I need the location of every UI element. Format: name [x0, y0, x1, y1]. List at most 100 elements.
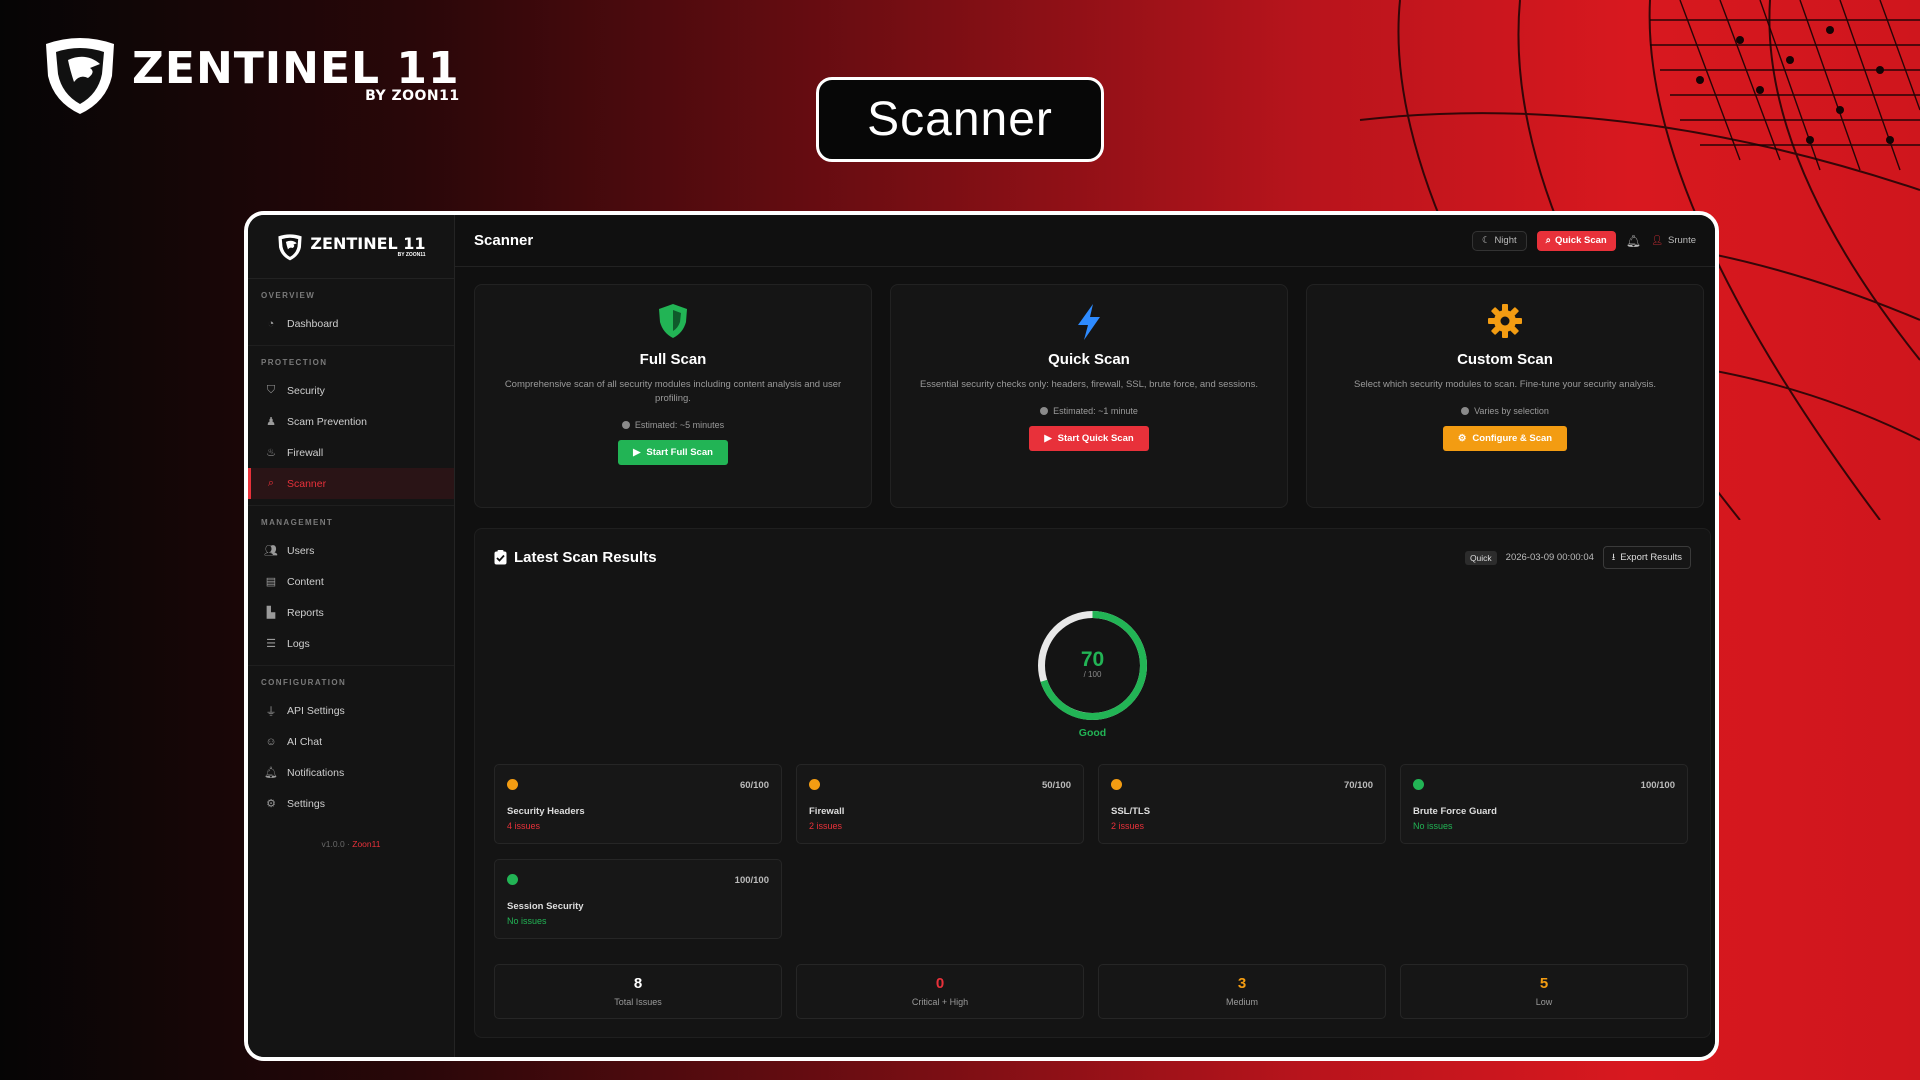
module-score: 100/100: [734, 875, 769, 886]
button-label: Start Quick Scan: [1057, 432, 1134, 444]
issue-summary: 8 Total Issues 0 Critical + High 3 Mediu…: [494, 964, 1692, 1019]
list-icon: ☰: [266, 638, 276, 650]
module-score: 100/100: [1640, 780, 1675, 791]
sidebar-item-dashboard[interactable]: ◔ Dashboard: [248, 308, 454, 339]
gear-icon: ⚙: [266, 798, 276, 810]
module-issues: 4 issues: [507, 821, 541, 831]
sidebar-section-protection: PROTECTION ⛉ Security ♟ Scam Prevention …: [248, 346, 454, 506]
sidebar-heading: OVERVIEW: [261, 291, 316, 300]
eagle-shield-icon: [278, 233, 303, 260]
module-name: Security Headers: [507, 806, 585, 817]
sidebar-item-reports[interactable]: ▙ Reports: [248, 597, 454, 628]
sidebar-item-label: Scanner: [287, 477, 327, 490]
sidebar-item-label: Firewall: [287, 446, 324, 459]
summary-label: Medium: [1225, 997, 1258, 1007]
sidebar-heading: PROTECTION: [261, 358, 328, 367]
warning-icon: [809, 779, 820, 790]
score-rating: Good: [1078, 727, 1107, 739]
sidebar-item-security[interactable]: ⛉ Security: [248, 375, 454, 406]
summary-label: Total Issues: [614, 997, 662, 1007]
hero-title: Scanner: [816, 77, 1104, 162]
clipboard-check-icon: [494, 550, 507, 565]
warning-icon: [1111, 779, 1122, 790]
quick-scan-label: Quick Scan: [1554, 235, 1607, 246]
start-quick-scan-button[interactable]: ▶ Start Quick Scan: [1029, 425, 1149, 451]
gear-icon: [1488, 304, 1522, 338]
sidebar-item-content[interactable]: ▤ Content: [248, 566, 454, 597]
sidebar-item-label: API Settings: [287, 704, 345, 717]
summary-label: Critical + High: [911, 997, 969, 1007]
scan-timestamp: 2026-03-09 00:00:04: [1505, 552, 1594, 563]
sidebar-section-management: MANAGEMENT 👥︎ Users ▤ Content ▙ Reports …: [248, 506, 454, 666]
sidebar-item-label: Reports: [287, 606, 324, 619]
topbar: Scanner ☾ Night ⌕ Quick Scan 🔔︎ 👤︎ Srunt…: [455, 215, 1715, 267]
sidebar-logo[interactable]: ZENTINEL 11 BY ZOON11: [248, 215, 454, 279]
module-name: SSL/TLS: [1111, 806, 1151, 817]
module-card-ssl-tls[interactable]: 70/100 SSL/TLS 2 issues: [1098, 764, 1386, 844]
export-results-button[interactable]: ⭳ Export Results: [1602, 546, 1691, 569]
sidebar-item-label: Users: [287, 544, 315, 557]
sidebar-item-label: Notifications: [287, 766, 345, 779]
sidebar-item-label: Logs: [287, 637, 310, 650]
scan-cards: Full Scan Comprehensive scan of all secu…: [474, 284, 1704, 508]
sidebar-item-scanner[interactable]: ⌕ Scanner: [248, 468, 454, 499]
card-estimate: Varies by selection: [1307, 406, 1703, 416]
play-icon: ▶: [1044, 432, 1052, 444]
module-issues: No issues: [507, 916, 547, 926]
summary-low: 5 Low: [1400, 964, 1688, 1019]
module-score: 50/100: [1041, 780, 1071, 791]
sidebar-item-label: Content: [287, 575, 324, 588]
module-card-firewall[interactable]: 50/100 Firewall 2 issues: [796, 764, 1084, 844]
download-icon: ⭳: [1611, 551, 1616, 563]
score-max: / 100: [1083, 670, 1102, 679]
brand-name: ZENTINEL 11: [132, 43, 460, 94]
results-meta: Quick 2026-03-09 00:00:04 ⭳ Export Resul…: [1464, 546, 1691, 569]
card-description: Select which security modules to scan. F…: [1353, 379, 1657, 390]
version-text: v1.0.0 · Zoon11: [248, 839, 454, 849]
version-link[interactable]: Zoon11: [352, 839, 380, 849]
sidebar-item-notifications[interactable]: 🔔︎ Notifications: [248, 757, 454, 788]
module-name: Brute Force Guard: [1413, 806, 1497, 817]
night-mode-button[interactable]: ☾ Night: [1471, 230, 1527, 251]
summary-value: 3: [1237, 975, 1247, 992]
module-card-brute-force-guard[interactable]: 100/100 Brute Force Guard No issues: [1400, 764, 1688, 844]
sidebar-item-settings[interactable]: ⚙ Settings: [248, 788, 454, 819]
user-name: Srunte: [1668, 235, 1696, 246]
notifications-bell-icon[interactable]: 🔔︎: [1626, 234, 1641, 248]
clock-icon: [621, 420, 630, 429]
sidebar-item-firewall[interactable]: ♨ Firewall: [248, 437, 454, 468]
sidebar-heading: MANAGEMENT: [261, 518, 334, 527]
sidebar-item-ai-chat[interactable]: ☺ AI Chat: [248, 726, 454, 757]
custom-scan-card: Custom Scan Select which security module…: [1306, 284, 1704, 508]
play-icon: ▶: [633, 446, 641, 458]
sidebar-item-api-settings[interactable]: ⏚ API Settings: [248, 695, 454, 726]
sidebar-logo-name: ZENTINEL 11: [310, 233, 426, 253]
module-card-security-headers[interactable]: 60/100 Security Headers 4 issues: [494, 764, 782, 844]
clock-icon: [1040, 406, 1049, 415]
sidebar-item-scam-prevention[interactable]: ♟ Scam Prevention: [248, 406, 454, 437]
configure-scan-button[interactable]: ⚙ Configure & Scan: [1442, 425, 1568, 451]
module-card-session-security[interactable]: 100/100 Session Security No issues: [494, 859, 782, 939]
fire-icon: ♨: [266, 447, 276, 459]
sidebar-item-label: Security: [287, 384, 325, 397]
quick-scan-button[interactable]: ⌕ Quick Scan: [1536, 230, 1616, 251]
brand-logo: ZENTINEL 11 BY ZOON11: [40, 34, 460, 116]
summary-label: Low: [1535, 997, 1553, 1007]
results-title: Latest Scan Results: [514, 549, 657, 566]
warning-icon: [507, 779, 518, 790]
sidebar-item-label: Scam Prevention: [287, 415, 367, 428]
score-value: 70: [1080, 648, 1105, 671]
summary-value: 8: [633, 975, 643, 992]
eagle-shield-icon: [46, 38, 114, 114]
start-full-scan-button[interactable]: ▶ Start Full Scan: [618, 439, 728, 465]
card-title: Quick Scan: [1048, 351, 1130, 368]
results-header: Latest Scan Results: [494, 549, 657, 566]
sidebar-item-logs[interactable]: ☰ Logs: [248, 628, 454, 659]
module-score: 60/100: [739, 780, 769, 791]
sidebar-item-users[interactable]: 👥︎ Users: [248, 535, 454, 566]
module-name: Session Security: [507, 901, 584, 912]
user-menu[interactable]: 👤︎ Srunte: [1651, 235, 1696, 246]
users-icon: 👥︎: [264, 545, 278, 557]
robot-icon: ☺: [265, 735, 277, 748]
summary-medium: 3 Medium: [1098, 964, 1386, 1019]
